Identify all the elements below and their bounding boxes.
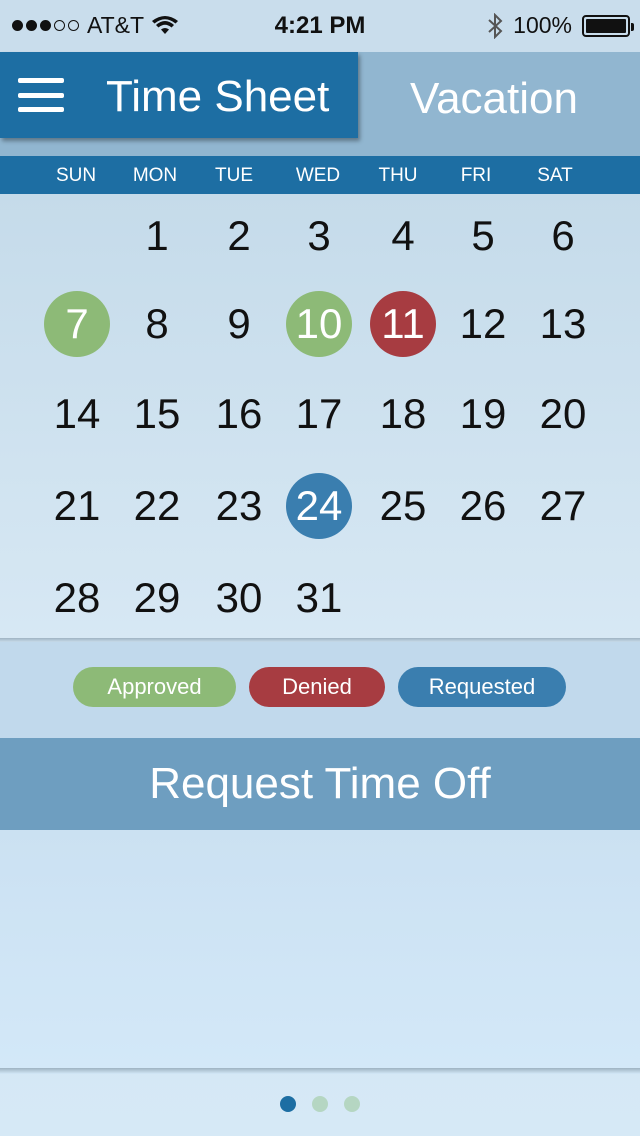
calendar-day[interactable]: 28: [44, 565, 110, 631]
page-dot[interactable]: [280, 1096, 296, 1112]
calendar-day-requested[interactable]: 24: [286, 473, 352, 539]
calendar-day[interactable]: 3: [286, 203, 352, 269]
calendar-day[interactable]: 23: [206, 473, 272, 539]
weekday-label: TUE: [215, 165, 253, 186]
legend-denied: Denied: [249, 667, 385, 707]
calendar-day-approved[interactable]: 7: [44, 291, 110, 357]
calendar-day[interactable]: 17: [286, 381, 352, 447]
calendar-day[interactable]: 9: [206, 291, 272, 357]
calendar-day[interactable]: 22: [124, 473, 190, 539]
tab-vacation[interactable]: Vacation: [358, 52, 640, 144]
battery-icon: [582, 14, 634, 37]
calendar-day[interactable]: 15: [124, 381, 190, 447]
bluetooth-icon: [488, 12, 503, 39]
calendar-day[interactable]: 18: [370, 381, 436, 447]
calendar-grid: 1 2 3 4 5 6 7 8 9 10 11 12 13 14 15 16 17 18 19 20 21 22 23 24 2…: [0, 194, 640, 640]
page-dot[interactable]: [312, 1096, 328, 1112]
battery-percent: 100%: [513, 12, 572, 38]
calendar-day[interactable]: 26: [450, 473, 516, 539]
weekday-label: SUN: [55, 165, 97, 186]
calendar-day[interactable]: 5: [450, 203, 516, 269]
calendar-day-approved[interactable]: 10: [286, 291, 352, 357]
calendar-day[interactable]: 27: [530, 473, 596, 539]
content-area: [0, 830, 640, 1068]
weekday-label: MON: [132, 165, 178, 186]
request-time-off-button[interactable]: Request Time Off: [0, 738, 640, 830]
calendar-day[interactable]: 25: [370, 473, 436, 539]
weekday-label: SAT: [537, 165, 573, 186]
calendar-day[interactable]: 13: [530, 291, 596, 357]
calendar-day[interactable]: 2: [206, 203, 272, 269]
status-bar: AT&T 4:21 PM 100%: [0, 0, 640, 52]
status-right: 100%: [487, 12, 634, 39]
calendar-day[interactable]: 19: [450, 381, 516, 447]
calendar-day[interactable]: 21: [44, 473, 110, 539]
battery-fill: [586, 18, 626, 33]
legend: Approved Denied Requested: [0, 642, 640, 738]
weekday-label: WED: [295, 165, 341, 186]
calendar-day[interactable]: 1: [124, 203, 190, 269]
battery-cap: [631, 22, 634, 31]
calendar-day[interactable]: 4: [370, 203, 436, 269]
legend-approved: Approved: [73, 667, 236, 707]
legend-requested: Requested: [398, 667, 566, 707]
header: Time Sheet Vacation: [0, 52, 640, 156]
calendar-day[interactable]: 31: [286, 565, 352, 631]
weekday-label: FRI: [460, 165, 492, 186]
calendar-day[interactable]: 20: [530, 381, 596, 447]
calendar-day-denied[interactable]: 11: [370, 291, 436, 357]
calendar-day[interactable]: 16: [206, 381, 272, 447]
page-dot[interactable]: [344, 1096, 360, 1112]
calendar-day[interactable]: 30: [206, 565, 272, 631]
calendar-day[interactable]: 29: [124, 565, 190, 631]
calendar-day[interactable]: 8: [124, 291, 190, 357]
tab-vacation-label: Vacation: [410, 74, 578, 123]
weekday-label: THU: [378, 165, 418, 186]
menu-icon[interactable]: [18, 78, 64, 112]
calendar-day[interactable]: 14: [44, 381, 110, 447]
page-indicator[interactable]: [0, 1096, 640, 1114]
calendar-day[interactable]: 6: [530, 203, 596, 269]
weekday-header: SUN MON TUE WED THU FRI SAT: [0, 156, 640, 194]
tab-time-sheet[interactable]: Time Sheet: [0, 52, 358, 138]
tab-time-sheet-label: Time Sheet: [106, 72, 330, 121]
calendar-day[interactable]: 12: [450, 291, 516, 357]
divider: [0, 1068, 640, 1074]
